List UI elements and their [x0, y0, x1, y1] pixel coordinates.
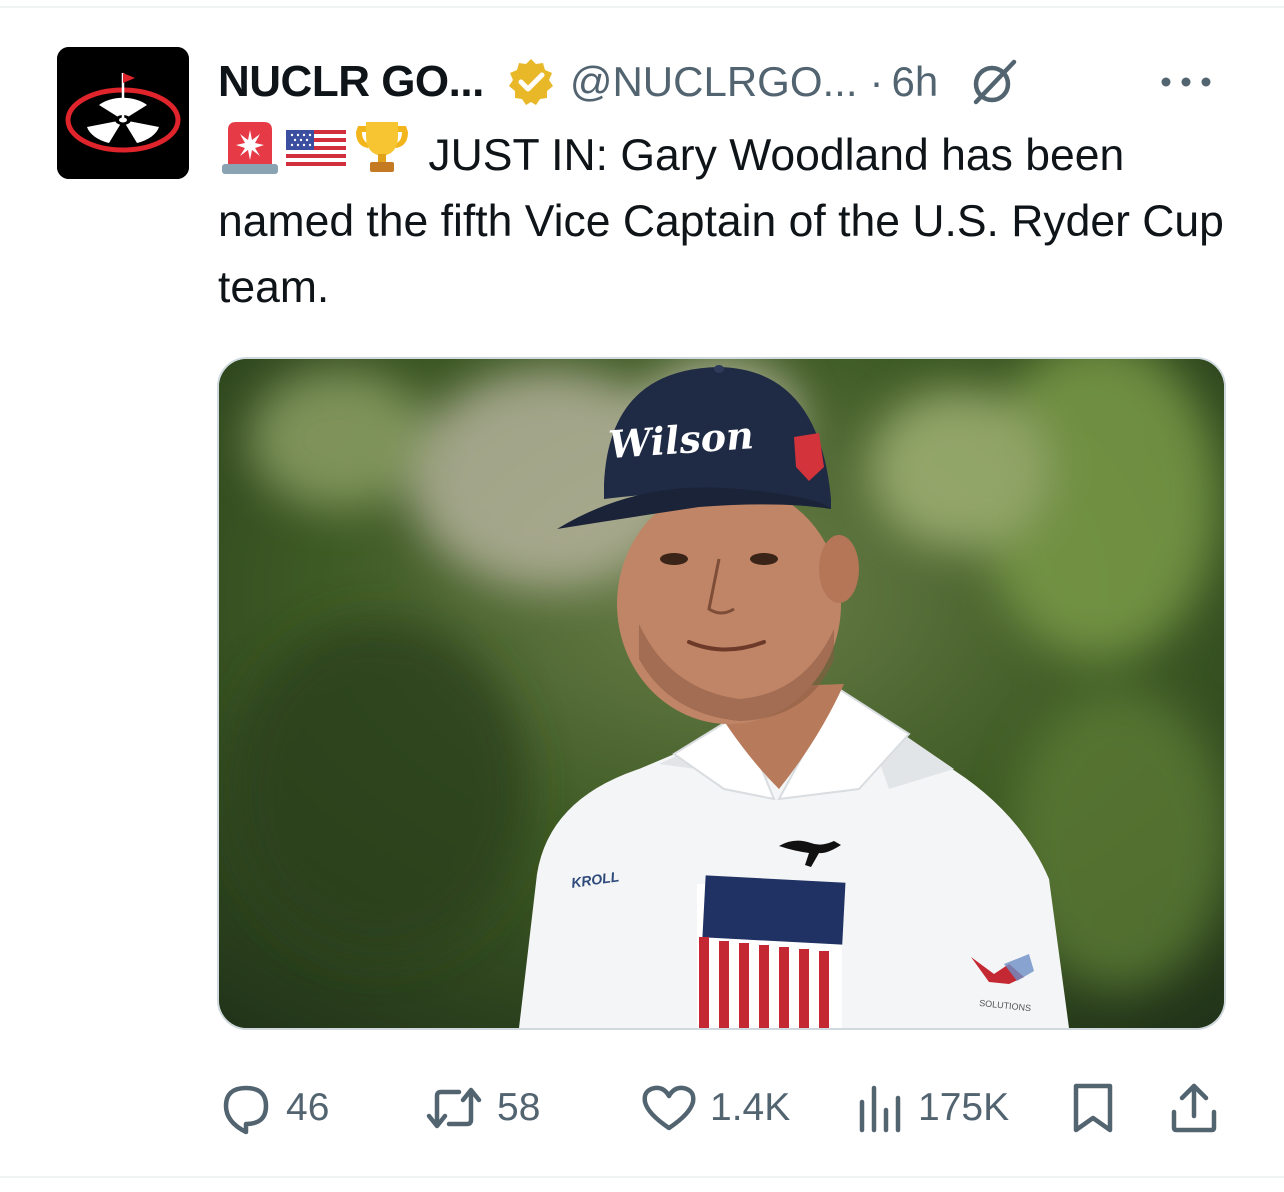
- separator-dot: ·: [869, 58, 884, 105]
- reply-icon: [223, 1085, 269, 1135]
- avatar[interactable]: [57, 47, 189, 179]
- nuclr-golf-logo-icon: [57, 47, 189, 179]
- tweet-header: NUCLR GO... @NUCLRGO... · 6h: [218, 52, 1228, 112]
- more-options-icon[interactable]: [1156, 62, 1216, 102]
- reply-button[interactable]: 46: [218, 1078, 329, 1138]
- repost-count: 58: [497, 1086, 541, 1129]
- repost-button[interactable]: 58: [423, 1078, 540, 1138]
- display-name[interactable]: NUCLR GO...: [218, 57, 484, 107]
- tweet-image[interactable]: Wilson KROLL SOLUTIONS: [217, 357, 1226, 1030]
- reply-count: 46: [286, 1086, 330, 1129]
- timestamp[interactable]: 6h: [892, 58, 939, 106]
- top-divider: [0, 6, 1284, 8]
- bookmark-button[interactable]: [1070, 1078, 1116, 1138]
- analytics-icon: [859, 1085, 901, 1133]
- grok-icon[interactable]: [968, 56, 1020, 108]
- share-icon: [1171, 1083, 1217, 1133]
- golfer-photo: Wilson KROLL SOLUTIONS: [219, 359, 1224, 1028]
- views-count: 175K: [918, 1086, 1010, 1129]
- us-flag-icon: [284, 120, 348, 176]
- user-handle[interactable]: @NUCLRGO...: [570, 58, 858, 106]
- share-button[interactable]: [1168, 1078, 1220, 1138]
- repost-icon: [426, 1087, 482, 1129]
- rotating-light-icon: [218, 120, 282, 176]
- trophy-icon: [350, 120, 414, 176]
- like-button[interactable]: 1.4K: [640, 1078, 790, 1138]
- tweet-action-bar: 46 58 1.4K 175K: [218, 1078, 1228, 1138]
- verified-badge-icon[interactable]: [506, 57, 556, 107]
- bookmark-icon: [1073, 1083, 1113, 1133]
- like-count: 1.4K: [710, 1086, 791, 1129]
- tweet-text: JUST IN: Gary Woodland has been named th…: [218, 120, 1238, 321]
- heart-icon: [642, 1085, 696, 1131]
- views-button[interactable]: 175K: [856, 1078, 1009, 1138]
- bottom-divider: [0, 1176, 1284, 1178]
